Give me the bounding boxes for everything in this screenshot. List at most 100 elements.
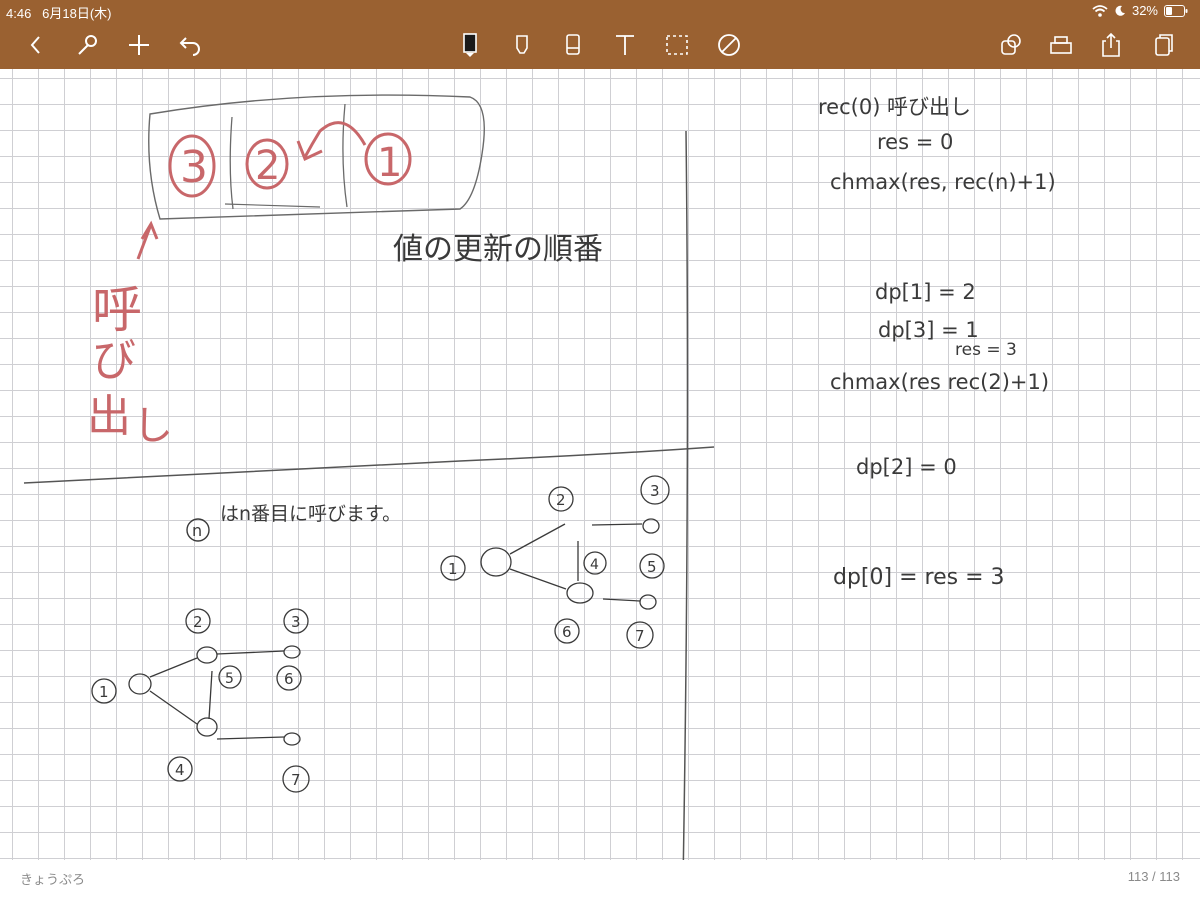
graph-right-label-6: 6 [562, 623, 572, 641]
graph-right-label-7: 7 [635, 627, 645, 645]
note-canvas[interactable]: 3 2 1 呼 び 出 し 値の更新の順番 n はn番目に呼びます。 1 2 3… [0, 69, 1200, 860]
n-called-note: はn番目に呼びます。 [220, 503, 401, 525]
handwriting-layer: 3 2 1 呼 び 出 し 値の更新の順番 n はn番目に呼びます。 1 2 3… [23, 94, 1056, 860]
graph-left-edge-1-2 [149, 657, 198, 678]
graph-left-label-4: 4 [175, 761, 185, 779]
share-button[interactable] [1094, 28, 1128, 62]
graph-right-label-4: 4 [590, 557, 599, 573]
graph-right [440, 475, 670, 649]
eraser-tool[interactable] [556, 28, 590, 62]
status-time: 4:46 [6, 6, 32, 21]
vertical-divider [682, 130, 689, 860]
share-icon [1102, 32, 1120, 57]
footer-bar: きょうぷろ 113 / 113 [0, 860, 1200, 900]
battery-icon [1164, 4, 1188, 17]
notebook-name: きょうぷろ [20, 872, 86, 887]
value-update-order-note: 値の更新の順番 [393, 232, 603, 267]
graph-right-label-5: 5 [647, 558, 657, 576]
graph-left-edge-4-7 [216, 736, 285, 740]
graph-left-label-1: 1 [99, 683, 109, 701]
battery-percent: 32% [1131, 3, 1158, 18]
graph-left-edge-1-4 [149, 690, 198, 725]
note-dp2: dp[2] = 0 [856, 455, 957, 479]
graph-left-label-2: 2 [193, 613, 203, 631]
status-date: 6月18日(木) [42, 6, 112, 21]
graph-left-edge-4-5 [208, 670, 213, 720]
status-indicators: 32% [1092, 3, 1188, 18]
red-vertical-char-4: し [133, 403, 173, 449]
red-circle-2-label: 2 [255, 143, 280, 189]
graph-left-node-3 [283, 645, 301, 659]
red-circle-3-label: 3 [180, 142, 208, 193]
lasso-tool[interactable] [660, 28, 694, 62]
graph-right-node-1 [480, 547, 512, 577]
back-button[interactable] [19, 28, 53, 62]
wrench-icon [78, 35, 97, 55]
graph-right-label-1: 1 [448, 560, 458, 578]
text-tool[interactable] [608, 28, 642, 62]
graph-left-node-4 [196, 717, 218, 737]
status-time-date: 4:46 6月18日(木) [6, 3, 112, 22]
array-box-underline [224, 203, 321, 208]
graph-right-edge-2-3 [591, 523, 643, 526]
graph-left-label-5: 5 [225, 671, 234, 687]
red-up-arrow [136, 226, 152, 260]
undo-button[interactable] [173, 28, 207, 62]
back-icon [30, 36, 40, 54]
graph-right-edge-6-7 [602, 598, 641, 602]
wifi-icon [1092, 4, 1108, 17]
graph-left-node-1 [128, 673, 152, 695]
highlighter-icon [516, 35, 528, 54]
graph-right-edge-1-2 [509, 523, 566, 555]
note-dp3: dp[3] = 1 [878, 318, 979, 342]
graph-left-node-2 [196, 646, 218, 664]
toolbar: 4:46 6月18日(木) 32% [0, 0, 1200, 69]
red-curved-arrow [303, 121, 367, 158]
settings-button[interactable] [70, 28, 104, 62]
array-box-divider-2 [342, 103, 348, 208]
note-res-init: res = 0 [877, 130, 953, 154]
graph-left-label-3: 3 [291, 613, 301, 631]
graph-right-node-4 [566, 582, 594, 604]
graph-right-label-3: 3 [650, 482, 660, 500]
add-icon [129, 35, 149, 55]
graph-right-node-3 [642, 518, 660, 534]
graph-right-edge-1-4 [509, 568, 567, 590]
no-sign-tool[interactable] [712, 28, 746, 62]
horizontal-divider [23, 446, 715, 484]
red-circle-1-label: 1 [377, 140, 402, 186]
array-box-divider-1 [229, 116, 234, 210]
graph-left-edge-2-3 [216, 650, 285, 655]
moon-icon [1115, 5, 1125, 16]
no-sign-icon [718, 34, 740, 56]
note-chmax-rec-2: chmax(res rec(2)+1) [830, 370, 1049, 394]
note-res-3: res = 3 [955, 340, 1017, 360]
pages-button[interactable] [1146, 28, 1180, 62]
graph-left [91, 608, 310, 793]
add-page-button[interactable] [122, 28, 156, 62]
note-dp0: dp[0] = res = 3 [833, 565, 1005, 590]
graph-right-label-2: 2 [556, 491, 566, 509]
pages-icon [1155, 34, 1173, 56]
tray-icon [1050, 36, 1072, 54]
red-vertical-char-2: び [92, 335, 136, 386]
n-symbol: n [192, 521, 202, 540]
pen-tool[interactable] [453, 28, 487, 62]
pen-icon [463, 33, 477, 57]
note-dp1: dp[1] = 2 [875, 280, 976, 304]
graph-left-node-7 [283, 732, 301, 746]
red-vertical-char-3: 出 [87, 391, 131, 442]
graph-left-label-7: 7 [291, 771, 301, 789]
red-vertical-char-1: 呼 [92, 281, 142, 339]
text-icon [616, 35, 634, 55]
highlighter-tool[interactable] [505, 28, 539, 62]
shapes-button[interactable] [994, 28, 1028, 62]
lasso-icon [666, 35, 688, 55]
undo-icon [179, 37, 200, 56]
eraser-icon [566, 34, 580, 55]
note-rec0-call: rec(0) 呼び出し [818, 95, 971, 119]
note-chmax-rec-n: chmax(res, rec(n)+1) [830, 170, 1056, 194]
shapes-icon [1001, 34, 1021, 55]
graph-left-label-6: 6 [284, 670, 294, 688]
tray-button[interactable] [1044, 28, 1078, 62]
